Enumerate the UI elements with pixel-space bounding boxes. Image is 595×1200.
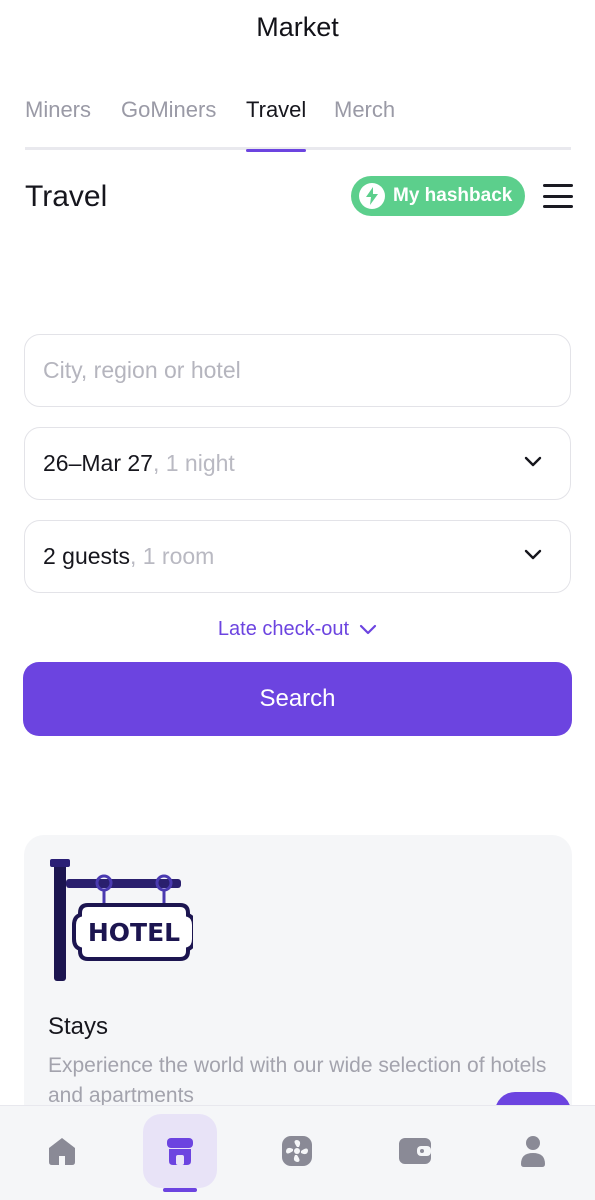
market-tabs: Miners GoMiners Travel Merch — [25, 96, 571, 152]
stays-card[interactable]: HOTEL Stays Experience the world with ou… — [24, 835, 572, 1135]
nav-miners[interactable] — [260, 1114, 334, 1188]
guests-value: 2 guests — [43, 543, 130, 569]
svg-text:HOTEL: HOTEL — [88, 918, 180, 947]
search-button[interactable]: Search — [23, 662, 572, 736]
guests-rooms: , 1 room — [129, 543, 215, 569]
tab-gominers[interactable]: GoMiners — [121, 96, 216, 149]
chevron-down-icon — [524, 456, 542, 467]
wallet-icon — [399, 1138, 431, 1164]
nav-profile[interactable] — [496, 1114, 570, 1188]
lightning-icon — [359, 183, 385, 209]
chevron-down-icon — [524, 549, 542, 560]
dates-value: 26–Mar 27 — [43, 450, 153, 476]
nav-home[interactable] — [25, 1114, 99, 1188]
dates-nights: , 1 night — [152, 450, 235, 476]
hashback-label: My hashback — [393, 185, 513, 206]
page-title: Market — [256, 12, 339, 42]
bottom-navigation — [0, 1105, 595, 1200]
nav-market[interactable] — [143, 1114, 217, 1192]
hamburger-menu-icon[interactable] — [543, 184, 573, 208]
fan-icon — [282, 1136, 312, 1166]
destination-input[interactable] — [43, 357, 570, 384]
hotel-sign-illustration: HOTEL — [50, 859, 193, 981]
nav-wallet[interactable] — [378, 1114, 452, 1188]
section-title: Travel — [25, 180, 108, 213]
home-icon — [49, 1138, 75, 1165]
late-checkout-toggle[interactable]: Late check-out — [0, 618, 595, 641]
guests-field[interactable]: 2 guests, 1 room — [24, 520, 571, 593]
chevron-down-icon — [359, 624, 377, 634]
tab-travel[interactable]: Travel — [246, 96, 307, 152]
tab-merch[interactable]: Merch — [334, 96, 395, 149]
tab-miners[interactable]: Miners — [25, 96, 91, 149]
card-title: Stays — [48, 1013, 109, 1040]
profile-icon — [521, 1136, 545, 1167]
dates-field[interactable]: 26–Mar 27, 1 night — [24, 427, 571, 500]
my-hashback-button[interactable]: My hashback — [351, 176, 525, 216]
card-description: Experience the world with our wide selec… — [48, 1054, 547, 1107]
market-icon — [167, 1138, 193, 1165]
late-checkout-label: Late check-out — [217, 618, 350, 640]
destination-field[interactable] — [24, 334, 571, 407]
